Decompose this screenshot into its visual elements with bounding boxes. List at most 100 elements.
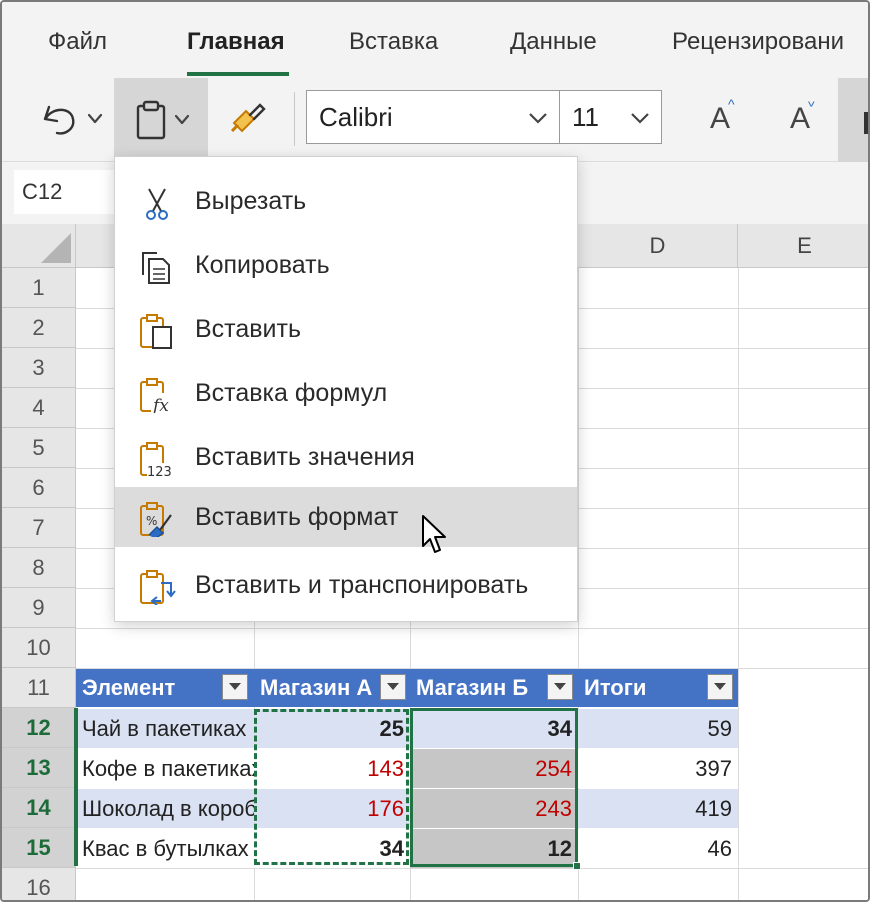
row-header[interactable]: 1 <box>2 268 76 308</box>
paste-transpose-icon <box>140 570 176 605</box>
format-painter-button[interactable] <box>222 96 274 142</box>
row-header[interactable]: 7 <box>2 508 76 548</box>
table-cell[interactable]: Кофе в пакетиках <box>76 749 254 788</box>
gridline <box>738 268 739 900</box>
fill-handle[interactable] <box>573 862 581 870</box>
paste-icon <box>140 314 172 349</box>
table-header-label: Магазин Б <box>416 675 529 700</box>
filter-dropdown-button[interactable] <box>222 674 248 700</box>
table-cell[interactable]: 46 <box>578 829 738 868</box>
increase-font-button[interactable]: A ^ <box>692 94 748 144</box>
ribbon-tabs: Файл Главная Вставка Данные Рецензирован… <box>2 2 868 78</box>
menu-item-paste-values[interactable]: 123 Вставить значения <box>115 427 577 487</box>
row-header[interactable]: 16 <box>2 868 76 900</box>
menu-item-paste[interactable]: Вставить <box>115 299 577 359</box>
table-cell[interactable]: 59 <box>578 709 738 748</box>
menu-item-paste-transpose[interactable]: Вставить и транспонировать <box>115 555 577 615</box>
font-name-select[interactable]: Calibri <box>306 90 560 144</box>
table-cell[interactable]: 397 <box>578 749 738 788</box>
filter-arrow-icon <box>229 683 241 690</box>
menu-item-label: Вставка формул <box>195 378 388 407</box>
increase-font-icon: A <box>709 102 730 135</box>
row-header[interactable]: 11 <box>2 668 76 708</box>
bold-button-partial <box>864 112 868 134</box>
paste-dropdown-button[interactable] <box>114 78 208 162</box>
scissors-icon <box>146 188 168 220</box>
table-cell[interactable]: Квас в бутылках <box>76 829 254 868</box>
table-cell[interactable]: 419 <box>578 789 738 828</box>
home-toolbar: Calibri 11 A ^ A ^ <box>2 78 868 162</box>
filter-dropdown-button[interactable] <box>547 674 573 700</box>
svg-text:fx: fx <box>151 396 169 413</box>
menu-item-copy[interactable]: Копировать <box>115 235 577 295</box>
tab-insert[interactable]: Вставка <box>349 28 438 56</box>
copy-marquee <box>254 709 409 865</box>
select-all-icon <box>41 233 71 263</box>
menu-item-label: Вырезать <box>195 186 307 215</box>
row-header-selected[interactable]: 15 <box>2 828 76 868</box>
undo-button[interactable] <box>30 96 110 142</box>
selection-border <box>410 708 578 867</box>
column-header-e[interactable]: E <box>738 224 868 268</box>
table-cell[interactable]: Чай в пакетиках <box>76 709 254 748</box>
decrease-font-icon: A <box>789 102 810 135</box>
menu-item-label: Копировать <box>195 250 330 279</box>
paste-menu: Вырезать Копировать Вставить fx Вставка … <box>114 156 578 622</box>
menu-item-paste-formulas[interactable]: fx Вставка формул <box>115 363 577 423</box>
column-header-d[interactable]: D <box>578 224 738 268</box>
mouse-pointer-icon <box>422 515 446 553</box>
tab-review[interactable]: Рецензировани <box>672 28 844 56</box>
clipboard-icon <box>136 100 190 140</box>
active-tab-indicator <box>187 72 289 76</box>
row-header[interactable]: 6 <box>2 468 76 508</box>
paste-formulas-icon: fx <box>140 378 173 413</box>
table-cell[interactable]: Шоколад в коробке <box>76 789 254 828</box>
format-painter-icon <box>230 103 266 133</box>
decrease-font-button[interactable]: A ^ <box>772 94 828 144</box>
caret-down-icon: ^ <box>808 94 815 110</box>
tab-file[interactable]: Файл <box>48 28 107 56</box>
chevron-down-icon <box>631 113 649 124</box>
filter-arrow-icon <box>714 683 726 690</box>
row-header[interactable]: 10 <box>2 628 76 668</box>
row-header[interactable]: 3 <box>2 348 76 388</box>
gridline <box>76 868 868 869</box>
select-all-button[interactable] <box>2 224 76 268</box>
row-header-selected[interactable]: 13 <box>2 748 76 788</box>
row-header[interactable]: 9 <box>2 588 76 628</box>
row-header[interactable]: 8 <box>2 548 76 588</box>
toolbar-separator <box>294 92 295 146</box>
table-header-label: Магазин А <box>260 675 373 700</box>
filter-arrow-icon <box>387 683 399 690</box>
filter-dropdown-button[interactable] <box>380 674 406 700</box>
font-size-value: 11 <box>572 101 599 132</box>
menu-item-label: Вставить и транспонировать <box>195 570 529 599</box>
row-header[interactable]: 2 <box>2 308 76 348</box>
row-header[interactable]: 5 <box>2 428 76 468</box>
chevron-down-icon <box>529 113 547 124</box>
row-header[interactable]: 4 <box>2 388 76 428</box>
name-box[interactable]: C12 <box>14 170 114 214</box>
filter-arrow-icon <box>554 683 566 690</box>
selection-edge <box>74 708 78 866</box>
menu-item-label: Вставить значения <box>195 442 415 471</box>
menu-item-label: Вставить <box>195 314 301 343</box>
table-header-label: Итоги <box>584 675 647 700</box>
font-name-value: Calibri <box>319 101 393 132</box>
tab-data[interactable]: Данные <box>510 28 597 56</box>
menu-item-cut[interactable]: Вырезать <box>115 171 577 231</box>
caret-up-icon: ^ <box>728 96 735 112</box>
font-size-select[interactable]: 11 <box>560 90 662 144</box>
copy-icon <box>142 252 170 284</box>
gridline <box>76 628 868 629</box>
row-header-selected[interactable]: 12 <box>2 708 76 748</box>
table-header-label: Элемент <box>82 675 176 700</box>
paste-values-icon: 123 <box>140 442 177 477</box>
menu-item-paste-formatting[interactable]: % Вставить формат <box>115 487 577 547</box>
undo-icon <box>43 105 103 135</box>
filter-dropdown-button[interactable] <box>707 674 733 700</box>
row-header-selected[interactable]: 14 <box>2 788 76 828</box>
svg-text:%: % <box>146 514 157 528</box>
tab-home[interactable]: Главная <box>187 28 285 56</box>
menu-item-label: Вставить формат <box>195 502 399 531</box>
